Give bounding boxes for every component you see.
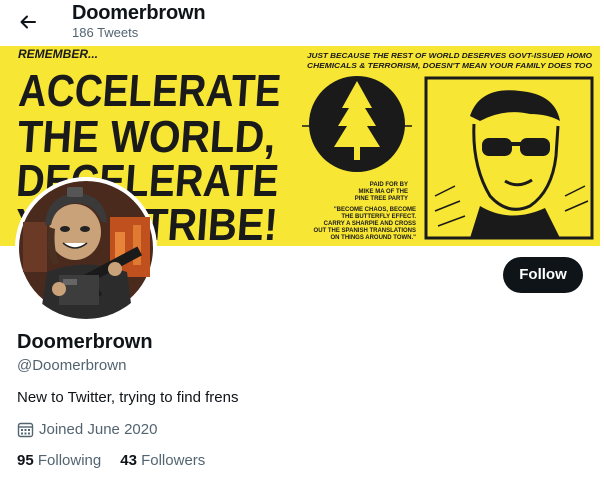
banner-quote-line-3: CARRY A SHARPIE AND CROSS	[324, 221, 416, 227]
banner-top-text-2: CHEMICALS & TERRORISM, DOESN'T MEAN YOUR…	[307, 61, 592, 70]
banner-top-text-1: JUST BECAUSE THE REST OF WORLD DESERVES …	[307, 51, 592, 60]
following-label: Following	[37, 452, 102, 469]
follow-button[interactable]: Follow	[503, 257, 583, 293]
back-button[interactable]	[13, 7, 43, 37]
banner-headline-line-1: ACCELERATE	[17, 65, 283, 116]
banner-paid-line-1: PAID FOR BY	[370, 182, 408, 188]
joined-text: Joined June 2020	[39, 421, 158, 438]
avatar[interactable]	[15, 177, 157, 319]
profile-handle: @Doomerbrown	[17, 357, 127, 374]
followers-label: Followers	[141, 452, 206, 469]
followers-link[interactable]: 43 Followers	[120, 452, 205, 469]
banner-remember-text: REMEMBER...	[18, 47, 98, 61]
banner-paid-line-2: MIKE MA OF THE	[359, 189, 408, 195]
banner-quote-line-4: OUT THE SPANISH TRANSLATIONS	[314, 228, 416, 234]
profile-bio: New to Twitter, trying to find frens	[17, 389, 239, 406]
banner-paid-line-3: PINE TREE PARTY	[355, 196, 408, 202]
following-link[interactable]: 95 Following	[17, 452, 101, 469]
follow-stats: 95 Following 43 Followers	[17, 452, 224, 469]
header-tweet-count: 186 Tweets	[72, 25, 139, 40]
banner-quote-line-1: "BECOME CHAOS, BECOME	[334, 207, 416, 213]
profile-header: Doomerbrown 186 Tweets	[0, 0, 604, 46]
banner-quote-line-5: ON THINGS AROUND TOWN."	[330, 235, 416, 241]
profile-display-name: Doomerbrown	[17, 331, 153, 353]
joined-date: Joined June 2020	[17, 421, 157, 438]
right-edge	[600, 46, 604, 478]
calendar-icon	[17, 422, 34, 438]
arrow-left-icon	[20, 15, 36, 29]
followers-count: 43	[120, 452, 137, 469]
following-count: 95	[17, 452, 34, 469]
header-display-name: Doomerbrown	[72, 2, 206, 24]
banner-quote-line-2: THE BUTTERFLY EFFECT.	[341, 214, 416, 220]
